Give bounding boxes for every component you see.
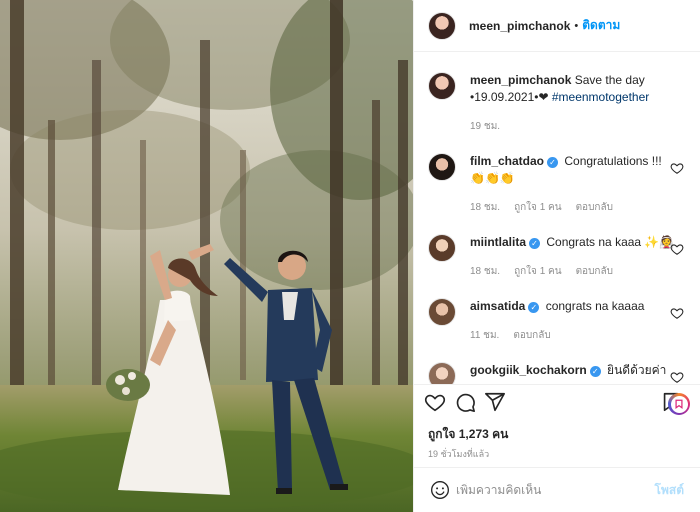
verified-badge-icon: ✓ (547, 157, 559, 168)
verified-badge-icon: ✓ (529, 238, 541, 249)
comment-username[interactable]: aimsatida (470, 299, 525, 313)
comments-list[interactable]: meen_pimchanok Save the day •19.09.2021•… (414, 58, 700, 384)
reply-button[interactable]: ตอบกลับ (576, 263, 613, 280)
list-item: aimsatida ✓ congrats na kaaaa 11 ชม. ตอบก… (428, 298, 686, 344)
list-item: film_chatdao ✓ Congratulations !!! 👏👏👏 18… (428, 153, 686, 216)
add-comment-bar: โพสต์ (414, 467, 700, 512)
verified-badge-icon: ✓ (589, 366, 601, 377)
avatar[interactable] (428, 72, 456, 100)
likes-count[interactable]: ถูกใจ 1,273 คน (428, 425, 508, 444)
avatar[interactable] (428, 153, 456, 181)
comment-likes[interactable]: ถูกใจ 1 คน (514, 263, 562, 280)
hashtag-link[interactable]: #meenmotogether (552, 90, 649, 104)
follow-button[interactable]: ติดตาม (582, 16, 620, 35)
post-header: meen_pimchanok • ติดตาม (414, 0, 700, 52)
heart-icon[interactable] (670, 161, 684, 175)
comment-input[interactable] (456, 483, 655, 497)
notification-badge-icon[interactable] (668, 393, 690, 415)
caption-username[interactable]: meen_pimchanok (470, 73, 571, 87)
comment-username[interactable]: film_chatdao (470, 154, 544, 168)
comment-time[interactable]: 18 ชม. (470, 199, 500, 216)
comment-time[interactable]: 18 ชม. (470, 263, 500, 280)
comment-username[interactable]: miintlalita (470, 235, 526, 249)
heart-icon[interactable] (670, 306, 684, 320)
comment-text: congrats na kaaaa (545, 299, 645, 313)
list-item: gookgiik_kochakorn ✓ ยินดีด้วยค่า (428, 362, 686, 384)
heart-icon[interactable] (424, 391, 446, 413)
separator-dot: • (574, 19, 579, 32)
wedding-photo-illustration (0, 0, 413, 512)
comment-text: Congrats na kaaa ✨👰 (546, 235, 675, 249)
paper-plane-icon[interactable] (484, 391, 506, 413)
verified-badge-icon: ✓ (528, 302, 540, 313)
comment-likes[interactable]: ถูกใจ 1 คน (514, 199, 562, 216)
author-username[interactable]: meen_pimchanok (469, 19, 570, 33)
action-bar (414, 384, 700, 418)
comment-username[interactable]: gookgiik_kochakorn (470, 363, 587, 377)
smile-icon[interactable] (430, 480, 450, 500)
heart-icon[interactable] (670, 242, 684, 256)
post-button[interactable]: โพสต์ (655, 481, 684, 500)
comment-text: ยินดีด้วยค่า (607, 363, 667, 377)
avatar[interactable] (428, 298, 456, 326)
heart-icon[interactable] (670, 370, 684, 384)
caption: meen_pimchanok Save the day •19.09.2021•… (428, 72, 686, 135)
caption-time[interactable]: 19 ชม. (470, 118, 500, 135)
avatar[interactable] (428, 11, 456, 40)
reply-button[interactable]: ตอบกลับ (513, 327, 550, 344)
post-panel: meen_pimchanok • ติดตาม meen_pimchanok S… (413, 0, 700, 512)
list-item: miintlalita ✓ Congrats na kaaa ✨👰 18 ชม. … (428, 234, 686, 280)
avatar[interactable] (428, 234, 456, 262)
post-photo[interactable] (0, 0, 413, 512)
comment-time[interactable]: 11 ชม. (470, 327, 499, 344)
posted-time[interactable]: 19 ชั่วโมงที่แล้ว (428, 447, 489, 461)
reply-button[interactable]: ตอบกลับ (576, 199, 613, 216)
comment-icon[interactable] (454, 391, 476, 413)
avatar[interactable] (428, 362, 456, 384)
